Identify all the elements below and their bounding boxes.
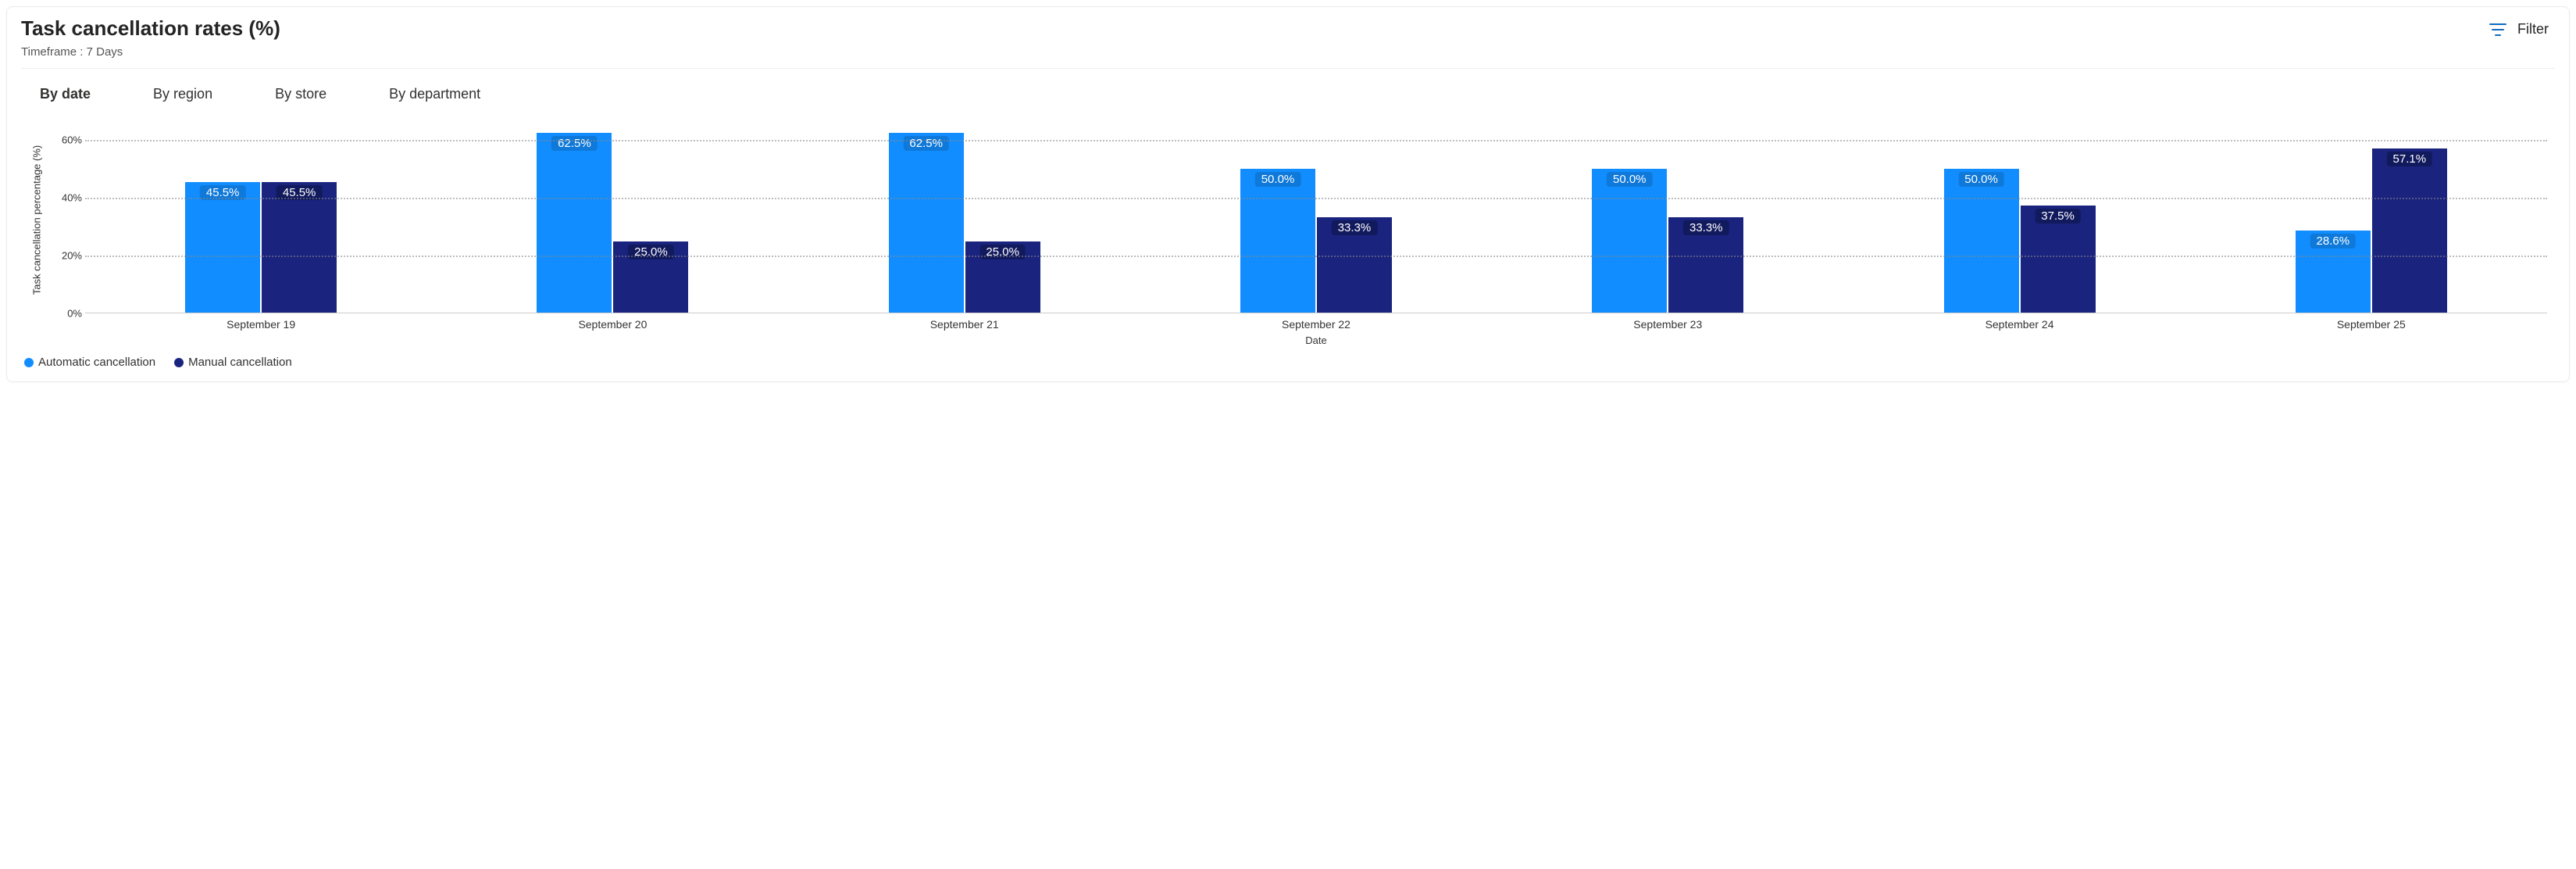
legend-item-manual[interactable]: Manual cancellation [174,356,292,369]
bar-auto[interactable]: 28.6% [2296,231,2371,313]
bar-label: 33.3% [1683,220,1729,235]
bar-label: 62.5% [551,136,598,151]
x-axis-title: Date [85,334,2547,346]
legend-item-auto[interactable]: Automatic cancellation [24,356,155,369]
bar-manual[interactable]: 33.3% [1317,217,1392,313]
view-tabs: By date By region By store By department [21,69,2555,102]
filter-label: Filter [2517,21,2549,38]
tab-by-region[interactable]: By region [153,86,212,102]
bar-label: 50.0% [1958,172,2004,187]
x-tick-label: September 20 [437,318,788,331]
y-axis-label: Task cancellation percentage (%) [29,126,45,313]
bar-auto[interactable]: 62.5% [889,133,964,313]
bar-group: 50.0% 33.3% [1492,126,1843,313]
x-tick-label: September 25 [2196,318,2547,331]
bar-auto[interactable]: 62.5% [537,133,612,313]
bar-group: 50.0% 37.5% [1843,126,2195,313]
bar-label: 28.6% [2310,234,2357,249]
bar-auto[interactable]: 50.0% [1240,169,1315,313]
bar-auto[interactable]: 45.5% [185,182,260,313]
bar-group: 62.5% 25.0% [437,126,788,313]
tab-by-store[interactable]: By store [275,86,326,102]
y-tick-label: 20% [54,250,82,262]
bar-label: 50.0% [1607,172,1653,187]
bar-manual[interactable]: 37.5% [2021,206,2096,313]
x-tick-label: September 21 [789,318,1140,331]
bar-label: 50.0% [1255,172,1301,187]
chart-area: Task cancellation percentage (%) 0%20%40… [51,126,2555,345]
bar-group: 45.5%45.5% [85,126,437,313]
bar-group: 28.6% 57.1% [2196,126,2547,313]
bar-manual[interactable]: 33.3% [1668,217,1743,313]
x-tick-label: September 23 [1492,318,1843,331]
card-title: Task cancellation rates (%) [21,16,280,41]
plot: 45.5%45.5% 62.5% 25.0% 62.5% 25.0% 50.0% 33.3%… [85,126,2547,313]
y-tick-label: 0% [54,308,82,320]
bar-manual[interactable]: 25.0% [965,241,1040,313]
x-tick-label: September 24 [1843,318,2195,331]
bar-group: 50.0% 33.3% [1140,126,1492,313]
gridline [85,198,2547,199]
bar-groups: 45.5%45.5% 62.5% 25.0% 62.5% 25.0% 50.0% 33.3%… [85,126,2547,313]
card-header: Task cancellation rates (%) Timeframe : … [21,16,2555,69]
bar-label: 57.1% [2387,152,2433,166]
gridline [85,256,2547,257]
bar-label: 62.5% [903,136,949,151]
legend: Automatic cancellation Manual cancellati… [21,345,2555,372]
x-tick-label: September 22 [1140,318,1492,331]
y-tick-label: 40% [54,192,82,204]
bar-group: 62.5% 25.0% [789,126,1140,313]
title-block: Task cancellation rates (%) Timeframe : … [21,16,280,59]
bar-manual[interactable]: 57.1% [2372,148,2447,313]
bar-manual[interactable]: 45.5% [262,182,337,313]
y-tick-label: 60% [54,134,82,146]
legend-swatch-manual [174,358,184,367]
x-tick-label: September 19 [85,318,437,331]
bar-auto[interactable]: 50.0% [1592,169,1667,313]
tab-by-department[interactable]: By department [389,86,480,102]
legend-label-manual: Manual cancellation [188,356,292,369]
card-subtitle: Timeframe : 7 Days [21,45,280,59]
bar-auto[interactable]: 50.0% [1944,169,2019,313]
chart-card: Task cancellation rates (%) Timeframe : … [6,6,2570,382]
tab-by-date[interactable]: By date [40,86,91,102]
gridline [85,140,2547,141]
legend-swatch-auto [24,358,34,367]
filter-button[interactable]: Filter [2483,16,2555,42]
bar-label: 33.3% [1332,220,1378,235]
filter-icon [2489,23,2506,37]
bar-label: 37.5% [2035,209,2081,224]
x-labels: September 19September 20September 21Sept… [85,318,2547,331]
legend-label-auto: Automatic cancellation [38,356,155,369]
bar-manual[interactable]: 25.0% [613,241,688,313]
